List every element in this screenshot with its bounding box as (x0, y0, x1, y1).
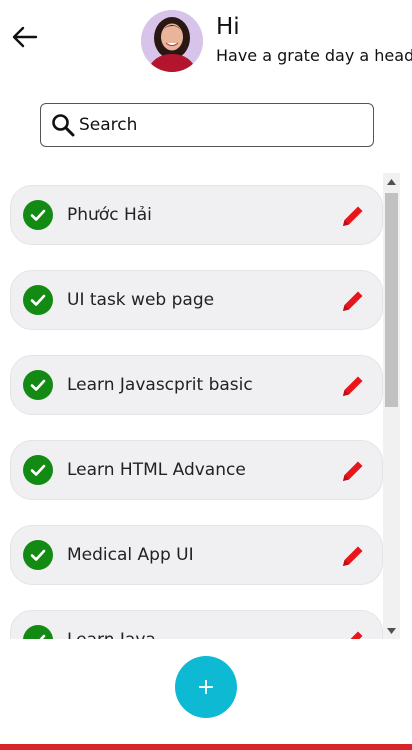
arrow-left-icon (12, 26, 38, 48)
check-circle-icon[interactable] (23, 540, 53, 570)
check-circle-icon[interactable] (23, 455, 53, 485)
task-item[interactable]: Phước Hải (10, 185, 383, 245)
scroll-thumb[interactable] (385, 193, 398, 407)
task-item[interactable]: Learn Java (10, 610, 383, 639)
back-button[interactable] (10, 22, 40, 52)
check-circle-icon[interactable] (23, 200, 53, 230)
task-label: Phước Hải (67, 205, 152, 225)
scroll-down-arrow-icon[interactable] (383, 622, 400, 639)
check-circle-icon[interactable] (23, 625, 53, 639)
task-list: Phước Hải UI task web page Learn Javascp… (10, 185, 383, 639)
avatar (141, 10, 203, 72)
task-label: Learn HTML Advance (67, 460, 246, 480)
pencil-icon[interactable] (338, 541, 368, 571)
task-label: Learn Javascprit basic (67, 375, 253, 395)
bottom-bar (0, 744, 412, 750)
list-scrollbar[interactable] (383, 173, 400, 639)
task-item[interactable]: Medical App UI (10, 525, 383, 585)
add-task-button[interactable]: + (175, 656, 237, 718)
search-icon (50, 112, 76, 138)
task-item[interactable]: Learn HTML Advance (10, 440, 383, 500)
greeting-title: Hi (216, 14, 240, 40)
task-item[interactable]: UI task web page (10, 270, 383, 330)
pencil-icon[interactable] (338, 371, 368, 401)
pencil-icon[interactable] (338, 286, 368, 316)
search-input[interactable] (79, 110, 359, 140)
pencil-icon[interactable] (338, 626, 368, 639)
pencil-icon[interactable] (338, 456, 368, 486)
greeting-subtitle: Have a grate day a head (216, 46, 412, 65)
task-item[interactable]: Learn Javascprit basic (10, 355, 383, 415)
search-box[interactable] (40, 103, 374, 147)
task-label: Medical App UI (67, 545, 194, 565)
task-label: UI task web page (67, 290, 215, 310)
task-list-viewport[interactable]: Phước Hải UI task web page Learn Javascp… (0, 173, 400, 639)
check-circle-icon[interactable] (23, 370, 53, 400)
task-label: Learn Java (67, 630, 156, 639)
scroll-up-arrow-icon[interactable] (383, 173, 400, 190)
check-circle-icon[interactable] (23, 285, 53, 315)
pencil-icon[interactable] (338, 201, 368, 231)
